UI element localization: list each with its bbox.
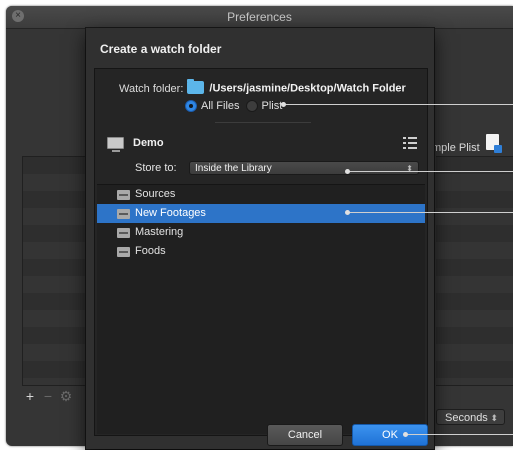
document-icon[interactable] [486, 134, 502, 153]
library-row: Demo [107, 135, 419, 155]
folder-icon [187, 79, 205, 94]
seconds-select[interactable]: Seconds ⬍ [436, 409, 505, 425]
title-bar: × Preferences [6, 6, 513, 29]
list-controls: + − ⚙ [22, 388, 92, 404]
callout-line [345, 169, 513, 174]
computer-icon [107, 137, 124, 152]
preferences-detail-list[interactable] [436, 156, 513, 386]
watch-folder-sheet: Create a watch folder Watch folder: /User… [86, 28, 434, 449]
watch-folder-row: Watch folder: /Users/jasmine/Desktop/Watc… [119, 79, 406, 98]
sheet-title: Create a watch folder [100, 42, 222, 56]
folder-label: Sources [135, 188, 176, 200]
library-name: Demo [133, 137, 164, 149]
window-title: Preferences [227, 10, 292, 24]
remove-button[interactable]: − [40, 388, 56, 404]
store-to-label: Store to: [135, 162, 177, 175]
list-item[interactable]: Foods [97, 242, 425, 261]
callout-line [281, 102, 513, 107]
folder-label: New Footages [135, 207, 206, 219]
plist-radio[interactable] [245, 100, 258, 113]
folder-label: Foods [135, 245, 166, 257]
list-item[interactable]: Mastering [97, 223, 425, 242]
folder-list[interactable]: Sources New Footages Mastering Foods [97, 184, 425, 434]
sample-plist-label[interactable]: mple Plist [432, 142, 480, 154]
chevron-updown-icon: ⬍ [406, 164, 413, 173]
callout-line [345, 210, 513, 215]
store-to-value: Inside the Library [195, 163, 272, 174]
store-to-row: Store to: Inside the Library ⬍ [135, 161, 419, 176]
cancel-button[interactable]: Cancel [267, 424, 343, 446]
drawer-icon [117, 247, 130, 257]
drawer-icon [117, 209, 130, 219]
add-button[interactable]: + [22, 388, 38, 404]
all-files-radio[interactable] [185, 100, 197, 113]
callout-line [403, 432, 513, 437]
drawer-icon [117, 228, 130, 238]
divider [215, 122, 311, 123]
plist-label[interactable]: Plist [262, 100, 283, 112]
watch-folder-panel: Watch folder: /Users/jasmine/Desktop/Watc… [94, 68, 428, 436]
store-to-select[interactable]: Inside the Library ⬍ [189, 161, 419, 175]
all-files-label[interactable]: All Files [201, 100, 240, 112]
watch-folder-label: Watch folder: [119, 82, 184, 95]
seconds-select-value: Seconds [445, 412, 488, 424]
list-item[interactable]: Sources [97, 185, 425, 204]
list-icon[interactable] [403, 136, 417, 150]
folder-label: Mastering [135, 226, 184, 238]
gear-icon[interactable]: ⚙ [58, 388, 74, 404]
list-item[interactable]: New Footages [97, 204, 425, 223]
watch-folder-path[interactable]: /Users/jasmine/Desktop/Watch Folder [209, 83, 405, 95]
chevron-updown-icon: ⬍ [490, 413, 498, 423]
file-type-radio-group: All Files Plist [185, 100, 288, 114]
ok-button[interactable]: OK [352, 424, 428, 446]
drawer-icon [117, 190, 130, 200]
preferences-list[interactable] [22, 156, 86, 386]
